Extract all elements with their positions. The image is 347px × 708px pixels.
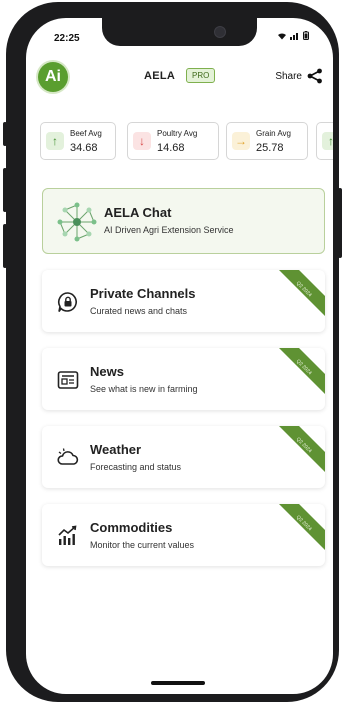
corner-ribbon: Q2 2024 <box>279 270 325 316</box>
card-subtitle: See what is new in farming <box>90 384 198 394</box>
corner-ribbon: Q2 2024 <box>279 348 325 394</box>
phone-frame: 22:25 Ai AELA PRO Share ↑ Beef Avg 34.68… <box>3 2 342 702</box>
corner-ribbon: Q2 2024 <box>279 426 325 472</box>
mute-switch <box>3 122 7 146</box>
ticker-beef[interactable]: ↑ Beef Avg 34.68 <box>40 122 116 160</box>
chat-subtitle: AI Driven Agri Extension Service <box>104 225 234 235</box>
card-title: Private Channels <box>90 286 196 301</box>
status-time: 22:25 <box>54 33 80 44</box>
app-title: AELA <box>144 70 176 82</box>
ticker-next[interactable]: ↑ <box>316 122 333 160</box>
card-subtitle: Forecasting and status <box>90 462 182 472</box>
app-screen: 22:25 Ai AELA PRO Share ↑ Beef Avg 34.68… <box>26 18 333 694</box>
signal-icon <box>290 33 298 40</box>
card-subtitle: Monitor the current values <box>90 540 195 550</box>
volume-down-button <box>3 224 7 268</box>
pro-badge: PRO <box>186 68 216 83</box>
ticker-value: 14.68 <box>157 142 185 154</box>
volume-up-button <box>3 168 7 212</box>
ticker-value: 34.68 <box>70 142 98 154</box>
commodities-card[interactable]: Commodities Monitor the current values Q… <box>42 504 325 566</box>
ticker-grain[interactable]: → Grain Avg 25.78 <box>226 122 308 160</box>
home-indicator[interactable] <box>151 681 205 685</box>
share-icon <box>307 68 322 84</box>
notch <box>102 18 257 46</box>
ticker-label: Poultry Avg <box>157 129 198 138</box>
private-channels-card[interactable]: Private Channels Curated news and chats … <box>42 270 325 332</box>
ticker-value: 25.78 <box>256 142 284 154</box>
card-title: Commodities <box>90 520 173 535</box>
newspaper-icon <box>57 371 79 389</box>
ticker-poultry[interactable]: ↓ Poultry Avg 14.68 <box>127 122 219 160</box>
ticker-strip[interactable]: ↑ Beef Avg 34.68 ↓ Poultry Avg 14.68 → G… <box>40 122 333 164</box>
card-title: Weather <box>90 442 142 457</box>
card-subtitle: Curated news and chats <box>90 306 188 316</box>
network-icon <box>57 202 97 242</box>
share-button[interactable]: Share <box>275 68 323 84</box>
share-label: Share <box>275 70 302 82</box>
app-logo[interactable]: Ai <box>38 62 68 92</box>
arrow-down-icon: ↓ <box>133 132 151 150</box>
camera-icon <box>214 26 226 38</box>
card-title: News <box>90 364 124 379</box>
power-button <box>338 188 342 258</box>
corner-ribbon: Q2 2024 <box>279 504 325 550</box>
weather-card[interactable]: Weather Forecasting and status Q2 2024 <box>42 426 325 488</box>
chat-lock-icon <box>57 292 77 312</box>
arrow-right-icon: → <box>232 132 250 150</box>
chat-title: AELA Chat <box>104 205 172 220</box>
arrow-up-icon: ↑ <box>46 132 64 150</box>
status-icons <box>277 31 309 40</box>
chart-icon <box>58 525 77 545</box>
cloud-icon <box>57 448 79 465</box>
ticker-label: Beef Avg <box>70 129 102 138</box>
aela-chat-card[interactable]: AELA Chat AI Driven Agri Extension Servi… <box>42 188 325 254</box>
wifi-icon <box>278 33 286 40</box>
news-card[interactable]: News See what is new in farming Q2 2024 <box>42 348 325 410</box>
battery-icon <box>303 31 309 40</box>
ticker-label: Grain Avg <box>256 129 291 138</box>
arrow-up-icon: ↑ <box>322 132 333 150</box>
